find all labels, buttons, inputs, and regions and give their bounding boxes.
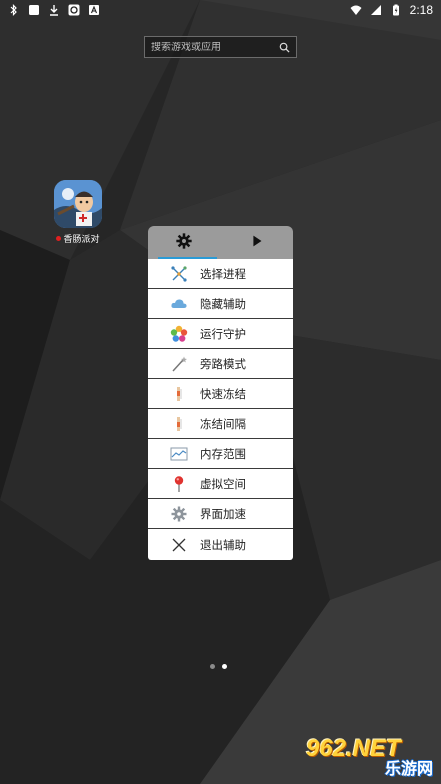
watermark-sub-text: 乐游网 <box>384 759 433 778</box>
menu-item-memory-range[interactable]: 内存范围 <box>148 439 293 469</box>
pin-icon <box>170 475 188 493</box>
search-bar[interactable] <box>144 36 297 58</box>
menu-item-label: 虚拟空间 <box>200 476 246 491</box>
menu-item-label: 退出辅助 <box>200 537 246 552</box>
memory-chart-icon <box>170 445 188 463</box>
menu-item-virtual-space[interactable]: 虚拟空间 <box>148 469 293 499</box>
bluetooth-icon <box>8 4 20 16</box>
tab-run[interactable] <box>221 226 294 259</box>
wand-icon <box>170 355 188 373</box>
vpn-badge-icon <box>68 4 80 16</box>
menu-item-label: 旁路模式 <box>200 356 246 371</box>
close-icon <box>170 536 188 554</box>
play-icon <box>248 232 266 254</box>
page-dot-active[interactable] <box>222 664 227 669</box>
menu-item-run-guard[interactable]: 运行守护 <box>148 319 293 349</box>
menu-item-exit-assist[interactable]: 退出辅助 <box>148 529 293 560</box>
search-icon[interactable] <box>279 42 290 53</box>
new-app-dot <box>56 236 62 241</box>
menu-item-freeze-interval[interactable]: 冻结间隔 <box>148 409 293 439</box>
process-icon <box>170 265 188 283</box>
menu-item-quick-freeze[interactable]: 快速冻结 <box>148 379 293 409</box>
menu-list: 选择进程 隐藏辅助 运行守护 旁路模式 快速冻结 冻结间隔 内存范围 虚拟空间 … <box>148 259 293 560</box>
a-badge-icon <box>88 4 100 16</box>
cloud-icon <box>170 295 188 313</box>
menu-item-label: 隐藏辅助 <box>200 296 246 311</box>
menu-item-label: 快速冻结 <box>200 386 246 401</box>
menu-header <box>148 226 293 259</box>
app-label: 香肠派对 <box>63 235 100 245</box>
menu-item-label: 运行守护 <box>200 326 246 341</box>
menu-item-label: 界面加速 <box>200 506 246 521</box>
page-dot[interactable] <box>210 664 215 669</box>
freeze-interval-icon <box>170 415 188 433</box>
menu-item-select-process[interactable]: 选择进程 <box>148 259 293 289</box>
menu-item-ui-speedup[interactable]: 界面加速 <box>148 499 293 529</box>
white-square-icon <box>28 4 40 16</box>
download-icon <box>48 4 60 16</box>
app-shortcut[interactable]: 香肠派对 <box>52 180 104 245</box>
menu-item-label: 冻结间隔 <box>200 416 246 431</box>
status-time: 2:18 <box>409 3 433 17</box>
freeze-icon <box>170 385 188 403</box>
tab-settings[interactable] <box>148 226 221 259</box>
menu-item-label: 选择进程 <box>200 266 246 281</box>
menu-item-hide-assist[interactable]: 隐藏辅助 <box>148 289 293 319</box>
cell-signal-icon <box>370 4 382 16</box>
gear-icon <box>175 232 193 254</box>
battery-icon <box>390 4 402 16</box>
cog-icon <box>170 505 188 523</box>
wifi-icon <box>350 4 362 16</box>
menu-item-label: 内存范围 <box>200 446 246 461</box>
status-bar: 2:18 <box>0 0 441 20</box>
search-input[interactable] <box>151 41 271 53</box>
flower-icon <box>170 325 188 343</box>
app-icon[interactable] <box>54 180 102 228</box>
floating-menu: 选择进程 隐藏辅助 运行守护 旁路模式 快速冻结 冻结间隔 内存范围 虚拟空间 … <box>148 226 293 560</box>
menu-item-bypass-mode[interactable]: 旁路模式 <box>148 349 293 379</box>
watermark-logo: 962.NET 乐游网 <box>300 733 437 781</box>
page-indicator <box>210 664 227 669</box>
